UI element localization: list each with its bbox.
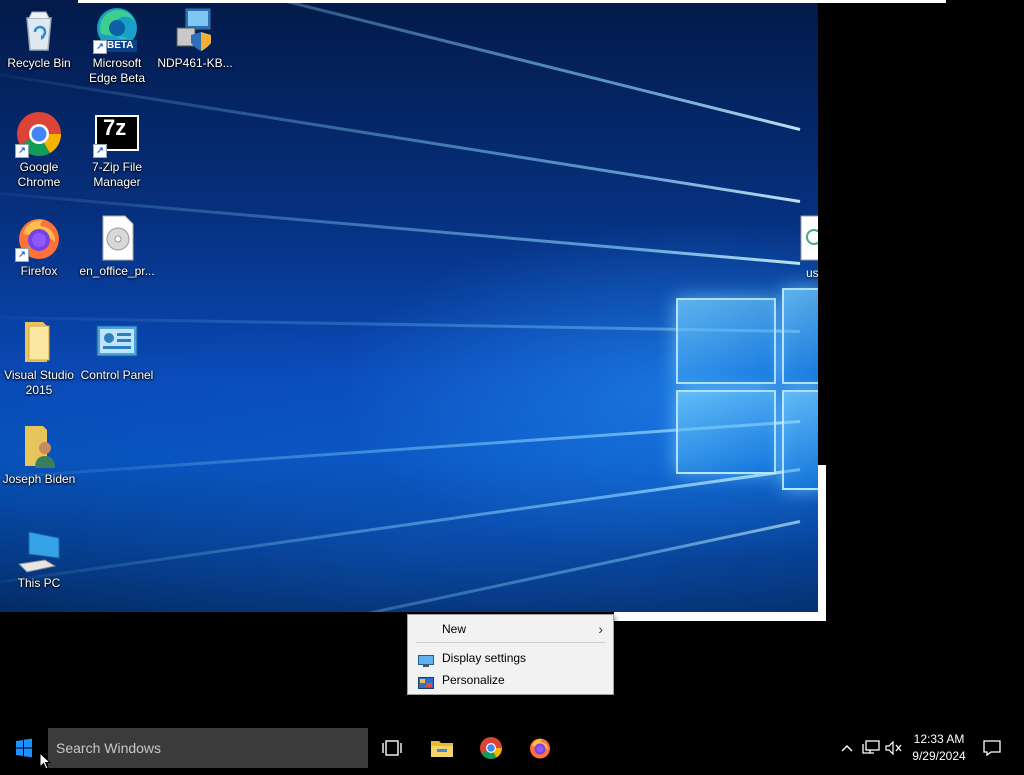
desktop-icon-label: Recycle Bin — [7, 56, 71, 70]
chevron-right-icon: › — [598, 621, 603, 637]
partial-desktop-icon-label: us — [806, 266, 819, 280]
network-icon — [862, 740, 880, 754]
user-folder-icon — [15, 422, 63, 470]
window-edge — [78, 0, 946, 3]
computer-icon — [15, 526, 63, 574]
desktop-icon-7zip[interactable]: 7z ↗ 7-Zip File Manager — [78, 110, 156, 190]
task-view-button[interactable] — [368, 728, 416, 768]
volume-muted-icon — [885, 741, 902, 755]
shortcut-arrow-icon: ↗ — [93, 144, 107, 158]
menu-separator — [416, 642, 605, 643]
volume-button[interactable] — [883, 728, 905, 768]
desktop-icon-label: Visual Studio 2015 — [4, 368, 74, 397]
chevron-up-icon — [841, 745, 853, 752]
partial-desktop-icon[interactable] — [800, 215, 828, 261]
desktop-icon-label: Firefox — [20, 264, 58, 278]
desktop-icon-label: Control Panel — [80, 368, 154, 382]
desktop-icon-visual-studio[interactable]: Visual Studio 2015 — [0, 318, 78, 398]
installer-icon — [171, 6, 219, 54]
desktop-icon-label: Joseph Biden — [2, 472, 76, 486]
context-menu-item-personalize[interactable]: Personalize — [408, 669, 613, 691]
desktop-icon-ndp461[interactable]: NDP461-KB... — [156, 6, 234, 71]
desktop-icon-label: 7-Zip File Manager — [91, 160, 142, 189]
windows-logo-pane — [676, 298, 776, 384]
taskbar-clock[interactable]: 12:33 AM 9/29/2024 — [904, 731, 974, 765]
action-center-button[interactable] — [978, 728, 1006, 768]
context-menu-item-new[interactable]: New › — [408, 618, 613, 640]
mouse-cursor-icon — [39, 751, 52, 775]
desktop-icon-label: en_office_pr... — [79, 264, 155, 278]
desktop-wallpaper[interactable] — [0, 0, 818, 612]
desktop-icon-firefox[interactable]: ↗ Firefox — [0, 214, 78, 279]
firefox-taskbar-button[interactable] — [516, 728, 564, 768]
show-hidden-icons-button[interactable] — [836, 728, 858, 768]
notification-icon — [983, 740, 1001, 756]
chrome-icon — [480, 737, 502, 759]
shortcut-arrow-icon: ↗ — [15, 144, 29, 158]
search-placeholder: Search Windows — [56, 740, 162, 756]
task-view-icon — [382, 740, 402, 756]
desktop-icon-joseph-biden[interactable]: Joseph Biden — [0, 422, 78, 487]
windows-logo-pane — [782, 390, 818, 490]
recycle-bin-icon — [15, 6, 63, 54]
personalize-icon — [418, 674, 434, 689]
window-edge — [614, 612, 826, 621]
beta-badge: BETA — [103, 40, 138, 52]
taskbar: Search Windows 12:33 AM 9/29/2024 — [0, 728, 1024, 768]
desktop-icon-control-panel[interactable]: Control Panel — [78, 318, 156, 383]
7zip-icon: 7z ↗ — [93, 110, 141, 158]
desktop-icon-this-pc[interactable]: This PC — [0, 526, 78, 591]
desktop-context-menu: New › Display settings Personalize — [407, 614, 614, 695]
firefox-icon — [530, 738, 550, 759]
desktop-icon-edge-beta[interactable]: BETA ↗ Microsoft Edge Beta — [78, 6, 156, 86]
disc-image-icon — [93, 214, 141, 262]
clock-date: 9/29/2024 — [912, 749, 966, 763]
shortcut-arrow-icon: ↗ — [93, 40, 107, 54]
desktop-icon-label: Google Chrome — [17, 160, 61, 189]
context-menu-item-label: New — [442, 622, 467, 636]
desktop-icon-label: This PC — [17, 576, 61, 590]
window-edge — [818, 465, 826, 621]
context-menu-item-label: Display settings — [442, 651, 527, 665]
windows-logo-pane — [782, 288, 818, 384]
desktop-icon-office-iso[interactable]: en_office_pr... — [78, 214, 156, 279]
file-explorer-button[interactable] — [418, 728, 466, 768]
context-menu-item-display-settings[interactable]: Display settings — [408, 647, 613, 669]
folder-icon — [15, 318, 63, 366]
control-panel-icon — [93, 318, 141, 366]
desktop-icon-chrome[interactable]: ↗ Google Chrome — [0, 110, 78, 190]
clock-time: 12:33 AM — [913, 732, 965, 746]
context-menu-item-label: Personalize — [442, 673, 505, 687]
chrome-taskbar-button[interactable] — [467, 728, 515, 768]
network-button[interactable] — [860, 728, 882, 768]
desktop-icon-label: Microsoft Edge Beta — [88, 56, 146, 85]
file-explorer-icon — [431, 741, 453, 757]
edge-beta-icon: BETA ↗ — [93, 6, 141, 54]
shortcut-arrow-icon: ↗ — [15, 248, 29, 262]
desktop-icon-recycle-bin[interactable]: Recycle Bin — [0, 6, 78, 71]
desktop-icon-label: NDP461-KB... — [157, 56, 233, 70]
windows-logo-pane — [676, 390, 776, 474]
firefox-icon: ↗ — [15, 214, 63, 262]
display-icon — [418, 652, 434, 667]
search-box[interactable]: Search Windows — [48, 728, 368, 768]
chrome-icon: ↗ — [15, 110, 63, 158]
7zip-logo-text: 7z — [103, 115, 127, 140]
